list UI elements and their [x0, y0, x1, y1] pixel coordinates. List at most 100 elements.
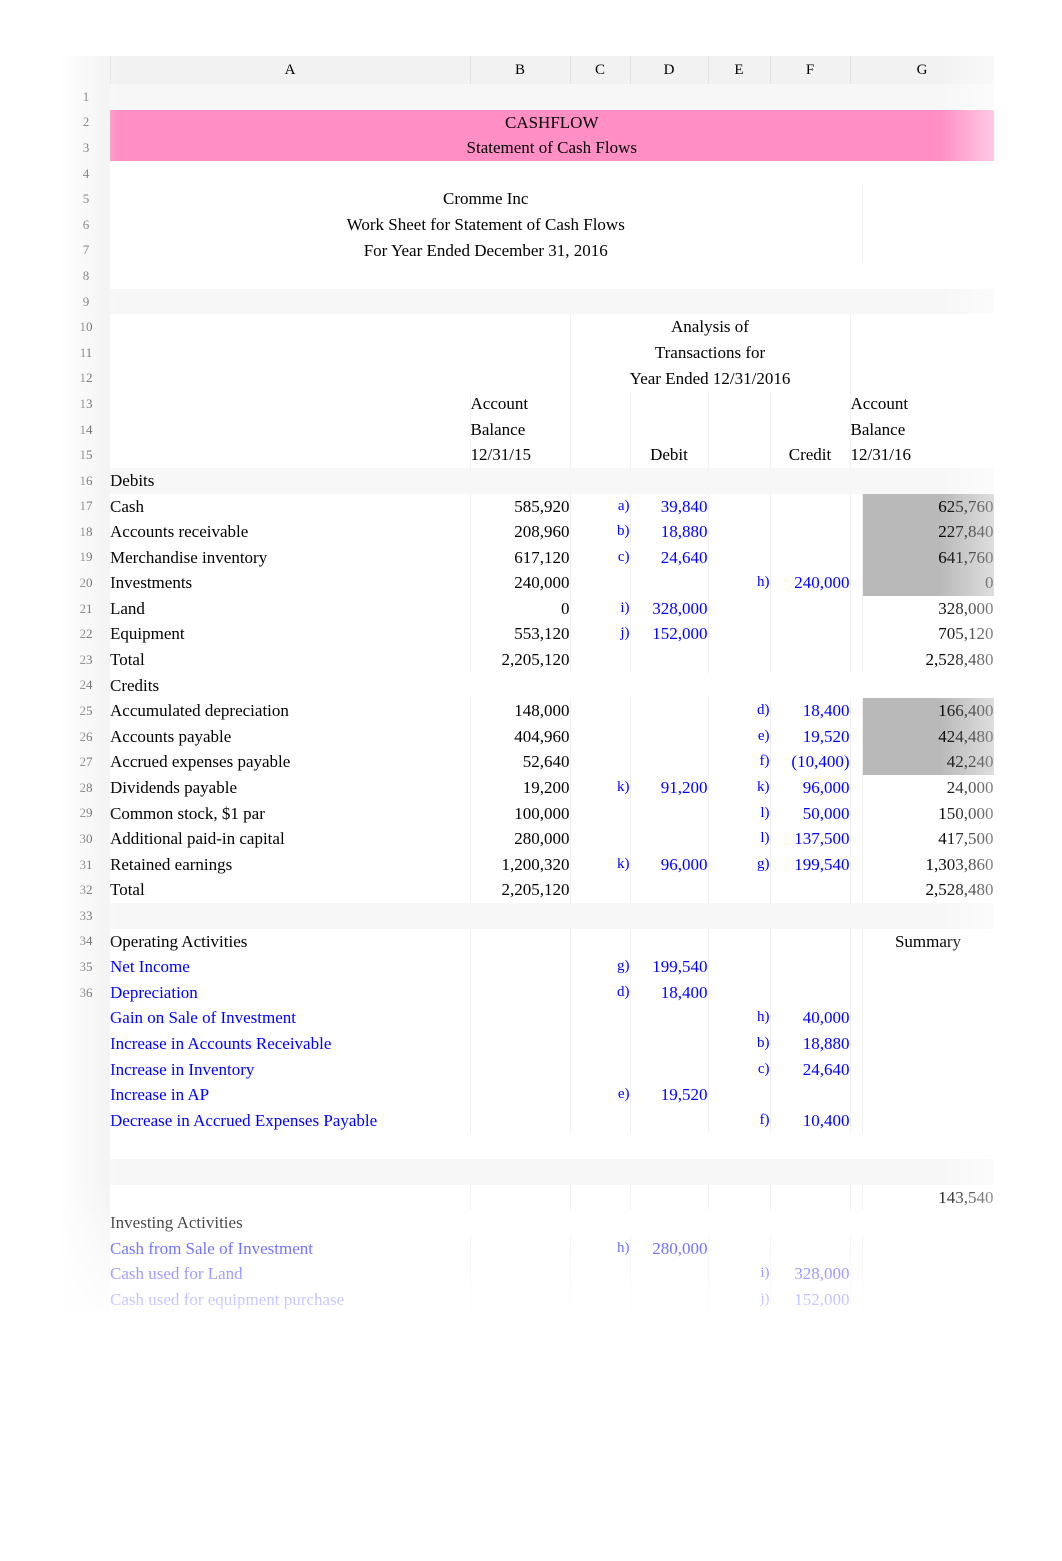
- spreadsheet-grid[interactable]: A B C D E F G 1 2 CASHFLOW 3 Statement of Cash Flow…: [62, 56, 994, 1311]
- credit-amount-cell[interactable]: 199,540: [770, 851, 851, 878]
- account-close-balance-cell[interactable]: 166,400: [862, 698, 994, 724]
- cell-b-summary[interactable]: [470, 1184, 571, 1211]
- row-header-29[interactable]: 29: [62, 800, 110, 827]
- debit-amount-cell[interactable]: [630, 647, 709, 673]
- credit-tag-cell[interactable]: g): [708, 851, 771, 878]
- operating-credit-amount-cell[interactable]: 18,880: [770, 1030, 851, 1057]
- analysis-header-line2[interactable]: Transactions for: [570, 339, 851, 366]
- cell-spacer[interactable]: [850, 621, 863, 648]
- cell-spacer[interactable]: [850, 647, 863, 673]
- account-open-balance-cell[interactable]: 148,000: [470, 698, 571, 724]
- header-credit[interactable]: Credit: [770, 442, 851, 468]
- credit-tag-cell[interactable]: [708, 621, 771, 648]
- credit-tag-cell[interactable]: [708, 519, 771, 545]
- account-name-cell[interactable]: Cash: [110, 493, 471, 520]
- cell-spacer[interactable]: [850, 1107, 863, 1134]
- row-header-7[interactable]: 7: [62, 237, 110, 264]
- row-header-blank[interactable]: [62, 1056, 110, 1083]
- operating-debit-amount-cell[interactable]: [630, 1030, 709, 1057]
- account-open-balance-cell[interactable]: 280,000: [470, 826, 571, 852]
- account-name-cell[interactable]: Additional paid-in capital: [110, 826, 471, 852]
- cell-a1[interactable]: [110, 84, 994, 110]
- cell-spacer[interactable]: [850, 749, 863, 776]
- credit-amount-cell[interactable]: 96,000: [770, 775, 851, 801]
- cell-spacer[interactable]: [850, 698, 863, 724]
- investing-debit-tag-cell[interactable]: [570, 1261, 631, 1287]
- row-header-8[interactable]: 8: [62, 263, 110, 289]
- section-label-investing-activities[interactable]: Investing Activities: [110, 1210, 994, 1236]
- account-open-balance-cell[interactable]: 1,200,320: [470, 851, 571, 878]
- account-close-balance-cell[interactable]: 705,120: [862, 621, 994, 648]
- investing-debit-tag-cell[interactable]: h): [570, 1235, 631, 1262]
- cell-d14[interactable]: [630, 416, 709, 443]
- cell-blank-a[interactable]: [110, 1133, 994, 1159]
- operating-blank-b[interactable]: [470, 954, 571, 980]
- investing-blank-b[interactable]: [470, 1286, 571, 1311]
- cell-spacer[interactable]: [850, 1030, 863, 1057]
- row-header-blank[interactable]: [62, 1030, 110, 1057]
- debit-amount-cell[interactable]: 24,640: [630, 544, 709, 571]
- row-header-35[interactable]: 35: [62, 954, 110, 980]
- debit-amount-cell[interactable]: [630, 698, 709, 724]
- account-open-balance-cell[interactable]: 2,205,120: [470, 647, 571, 673]
- account-name-cell[interactable]: Retained earnings: [110, 851, 471, 878]
- debit-tag-cell[interactable]: [570, 698, 631, 724]
- investing-blank-b[interactable]: [470, 1235, 571, 1262]
- investing-activity-name-cell[interactable]: Cash used for Land: [110, 1261, 471, 1287]
- account-open-balance-cell[interactable]: 404,960: [470, 723, 571, 750]
- row-header-3[interactable]: 3: [62, 135, 110, 161]
- cell-f13[interactable]: [770, 391, 851, 417]
- account-open-balance-cell[interactable]: 553,120: [470, 621, 571, 648]
- operating-summary-blank[interactable]: [862, 979, 994, 1006]
- row-header-blank[interactable]: [62, 1261, 110, 1287]
- credit-tag-cell[interactable]: k): [708, 775, 771, 801]
- credit-tag-cell[interactable]: e): [708, 723, 771, 750]
- cell-g11[interactable]: [850, 339, 994, 366]
- account-name-cell[interactable]: Accumulated depreciation: [110, 698, 471, 724]
- cell-a-summary[interactable]: [110, 1184, 471, 1211]
- debit-tag-cell[interactable]: [570, 749, 631, 776]
- cell-spacer[interactable]: [850, 1056, 863, 1083]
- account-name-cell[interactable]: Equipment: [110, 621, 471, 648]
- operating-credit-amount-cell[interactable]: 24,640: [770, 1056, 851, 1083]
- debit-tag-cell[interactable]: [570, 647, 631, 673]
- cell-e34[interactable]: [708, 928, 771, 955]
- cell-a11[interactable]: [110, 339, 571, 366]
- debit-amount-cell[interactable]: 152,000: [630, 621, 709, 648]
- operating-activity-name-cell[interactable]: Net Income: [110, 954, 471, 980]
- cell-a8[interactable]: [110, 263, 994, 289]
- row-header-13[interactable]: 13: [62, 391, 110, 417]
- row-header-15[interactable]: 15: [62, 442, 110, 468]
- column-header-d[interactable]: D: [630, 56, 709, 84]
- investing-summary-blank[interactable]: [862, 1286, 994, 1311]
- account-close-balance-cell[interactable]: 641,760: [862, 544, 994, 571]
- operating-debit-amount-cell[interactable]: [630, 1107, 709, 1134]
- account-name-cell[interactable]: Common stock, $1 par: [110, 800, 471, 827]
- operating-activity-name-cell[interactable]: Depreciation: [110, 979, 471, 1006]
- operating-blank-b[interactable]: [470, 1005, 571, 1031]
- account-open-balance-cell[interactable]: 617,120: [470, 544, 571, 571]
- row-header-19[interactable]: 19: [62, 544, 110, 571]
- cell-g10[interactable]: [850, 314, 994, 340]
- cell-b34[interactable]: [470, 928, 571, 955]
- row-header-32[interactable]: 32: [62, 877, 110, 903]
- account-close-balance-cell[interactable]: 2,528,480: [862, 647, 994, 673]
- row-header-17[interactable]: 17: [62, 493, 110, 520]
- row-header-14[interactable]: 14: [62, 416, 110, 443]
- debit-tag-cell[interactable]: a): [570, 493, 631, 520]
- column-header-a[interactable]: A: [110, 56, 471, 84]
- investing-credit-amount-cell[interactable]: 152,000: [770, 1286, 851, 1311]
- cell-c34[interactable]: [570, 928, 631, 955]
- row-header-blank[interactable]: [62, 1005, 110, 1031]
- operating-credit-tag-cell[interactable]: h): [708, 1005, 771, 1031]
- operating-debit-tag-cell[interactable]: g): [570, 954, 631, 980]
- cell-h7[interactable]: [862, 237, 994, 264]
- cell-c15[interactable]: [570, 442, 631, 468]
- row-header-blank[interactable]: [62, 1235, 110, 1262]
- row-header-blank[interactable]: [62, 1158, 110, 1185]
- debit-amount-cell[interactable]: [630, 826, 709, 852]
- debit-amount-cell[interactable]: 91,200: [630, 775, 709, 801]
- credit-tag-cell[interactable]: [708, 647, 771, 673]
- credit-tag-cell[interactable]: [708, 544, 771, 571]
- header-account-open-2[interactable]: Balance: [470, 416, 571, 443]
